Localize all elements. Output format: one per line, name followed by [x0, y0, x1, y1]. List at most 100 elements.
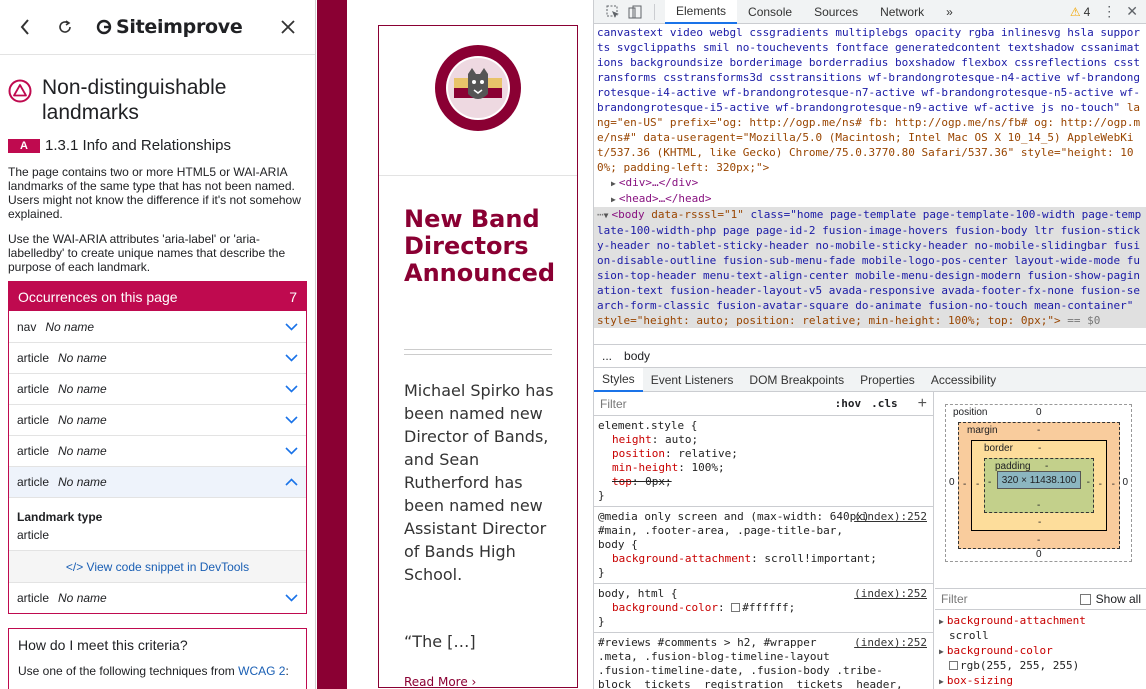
- read-more-link[interactable]: Read More ›: [404, 675, 577, 689]
- chevron-down-icon[interactable]: [285, 447, 298, 455]
- occurrence-row[interactable]: article No name: [9, 466, 306, 497]
- style-rule[interactable]: @media only screen and (max-width: 640px…: [594, 507, 933, 584]
- computed-properties-list: ▶ background-attachment scroll ▶ background-…: [935, 614, 1146, 689]
- style-rules-list: element.style {height: auto; position: re…: [594, 416, 933, 689]
- styles-filter-input[interactable]: Filter: [600, 397, 835, 411]
- margin-top-value: -: [1037, 425, 1041, 436]
- more-tabs-button[interactable]: »: [935, 0, 964, 24]
- school-logo-icon: [435, 45, 521, 131]
- expand-icon[interactable]: ▶: [611, 195, 616, 204]
- elements-subtabs: Styles Event Listeners DOM Breakpoints Prop…: [594, 367, 1146, 392]
- refresh-icon[interactable]: [52, 14, 78, 40]
- style-rule[interactable]: element.style {height: auto; position: re…: [594, 416, 933, 507]
- box-model-border[interactable]: border - - - - padding - - - - 320 × 114…: [971, 440, 1107, 531]
- box-model-diagram: position 0 0 0 0 margin - - - - border -…: [945, 404, 1132, 562]
- device-toolbar-icon[interactable]: [624, 1, 646, 23]
- show-all-checkbox[interactable]: [1079, 593, 1091, 605]
- back-icon[interactable]: [12, 14, 38, 40]
- computed-property-name: box-sizing: [946, 674, 1014, 687]
- add-rule-icon[interactable]: +: [918, 395, 927, 413]
- property-value: #ffffff;: [742, 601, 796, 614]
- style-declaration[interactable]: background-attachment: scroll!important;: [598, 552, 929, 566]
- subtab-dom-breakpoints[interactable]: DOM Breakpoints: [741, 368, 852, 392]
- style-rule[interactable]: body, html {(index):252 background-color:…: [594, 584, 933, 633]
- dom-div-tag: <div>…</div>: [618, 176, 699, 189]
- computed-property[interactable]: ▶ background-attachment scroll: [939, 614, 1146, 643]
- rule-source-link[interactable]: (index):252: [854, 587, 927, 601]
- warnings-counter[interactable]: ⚠ 4: [1070, 5, 1090, 19]
- occurrence-row[interactable]: article No name: [9, 373, 306, 404]
- rule-source-link[interactable]: (index):252: [854, 636, 927, 650]
- dom-node-div[interactable]: ▶ <div>…</div>: [597, 175, 1146, 191]
- collapse-icon[interactable]: ▼: [604, 211, 609, 220]
- computed-filter-input[interactable]: Filter: [941, 592, 1080, 606]
- dom-breadcrumb: ... body: [594, 344, 1146, 368]
- expand-icon[interactable]: ▶: [939, 617, 944, 626]
- computed-property-value: rgb(255, 255, 255): [960, 659, 1080, 672]
- property-name: position: [612, 447, 665, 460]
- how-title: How do I meet this criteria?: [18, 637, 188, 653]
- style-declaration[interactable]: min-height: 100%;: [598, 461, 929, 475]
- margin-bottom-value: -: [1037, 535, 1041, 546]
- tab-elements[interactable]: Elements: [665, 0, 738, 24]
- close-devtools-icon[interactable]: ✕: [1126, 3, 1138, 20]
- occurrence-row[interactable]: article No name: [9, 582, 306, 613]
- subtab-accessibility[interactable]: Accessibility: [923, 368, 1004, 392]
- occurrence-row[interactable]: article No name: [9, 404, 306, 435]
- chevron-down-icon[interactable]: [285, 354, 298, 362]
- tab-console[interactable]: Console: [737, 0, 803, 24]
- computed-property[interactable]: ▶ box-sizing: [939, 674, 1146, 689]
- occurrence-row[interactable]: nav No name: [9, 311, 306, 342]
- expand-icon[interactable]: ▶: [939, 647, 944, 656]
- inspect-element-icon[interactable]: [602, 1, 624, 23]
- occurrence-tag: article: [17, 382, 50, 396]
- chevron-up-icon[interactable]: [285, 478, 298, 486]
- style-declaration[interactable]: position: relative;: [598, 447, 929, 461]
- style-declaration[interactable]: height: auto;: [598, 433, 929, 447]
- computed-property-value-row: rgb(255, 255, 255): [939, 659, 1146, 673]
- view-code-snippet-link[interactable]: </> View code snippet in DevTools: [9, 550, 306, 582]
- color-swatch-icon[interactable]: [731, 603, 741, 612]
- close-icon[interactable]: [275, 14, 301, 40]
- occurrence-row[interactable]: article No name: [9, 435, 306, 466]
- dom-node-body-selected[interactable]: ⋯▼ <body data-rsssl="1" class="home page-…: [594, 207, 1146, 328]
- article-title[interactable]: New Band Directors Announced: [404, 206, 564, 287]
- position-bottom-value: 0: [1036, 549, 1042, 560]
- class-toggle[interactable]: .cls: [871, 397, 898, 410]
- box-model-padding[interactable]: padding - - - - 320 × 11438.100: [984, 458, 1094, 513]
- breadcrumb-ellipsis[interactable]: ...: [602, 349, 612, 363]
- expand-icon[interactable]: ▶: [611, 179, 616, 188]
- breadcrumb-body[interactable]: body: [624, 349, 650, 363]
- chevron-down-icon[interactable]: [285, 416, 298, 424]
- chevron-down-icon[interactable]: [285, 385, 298, 393]
- expand-icon[interactable]: ▶: [939, 677, 944, 686]
- color-swatch-icon: [949, 661, 958, 670]
- style-rule[interactable]: #reviews #comments > h2, #wrapper .meta, …: [594, 633, 933, 689]
- property-value: auto;: [665, 433, 699, 446]
- chevron-down-icon[interactable]: [285, 594, 298, 602]
- tab-sources[interactable]: Sources: [803, 0, 869, 24]
- tab-network[interactable]: Network: [869, 0, 935, 24]
- warning-icon: ⚠: [1069, 4, 1081, 19]
- dom-node-head[interactable]: ▶ <head>…</head>: [597, 191, 1146, 207]
- property-name: min-height: [612, 461, 679, 474]
- subtab-properties[interactable]: Properties: [852, 368, 923, 392]
- style-declaration[interactable]: background-color: #ffffff;: [598, 601, 929, 615]
- wcag-link[interactable]: WCAG 2: [238, 664, 285, 678]
- devtools-tabbar: Elements Console Sources Network » ⚠ 4 ⋮ ✕: [594, 0, 1146, 24]
- style-declaration[interactable]: top: 0px;: [598, 475, 929, 489]
- computed-pane: position 0 0 0 0 margin - - - - border -…: [935, 392, 1146, 689]
- occurrence-row[interactable]: article No name: [9, 342, 306, 373]
- property-value: 100%;: [691, 461, 725, 474]
- html-element-attributes[interactable]: canvastext video webgl cssgradients mult…: [597, 25, 1146, 175]
- box-model-content[interactable]: 320 × 11438.100: [997, 471, 1081, 489]
- more-options-icon[interactable]: ⋮: [1102, 3, 1116, 20]
- chevron-down-icon[interactable]: [285, 322, 298, 331]
- box-model-margin[interactable]: margin - - - - border - - - - padding -: [958, 422, 1120, 549]
- subtab-event-listeners[interactable]: Event Listeners: [643, 368, 742, 392]
- subtab-styles[interactable]: Styles: [594, 367, 643, 392]
- rule-source-link[interactable]: (index):252: [854, 510, 927, 524]
- hover-state-toggle[interactable]: :hov: [835, 397, 862, 410]
- computed-property[interactable]: ▶ background-color rgb(255, 255, 255): [939, 644, 1146, 673]
- occurrence-name: No name: [58, 351, 107, 365]
